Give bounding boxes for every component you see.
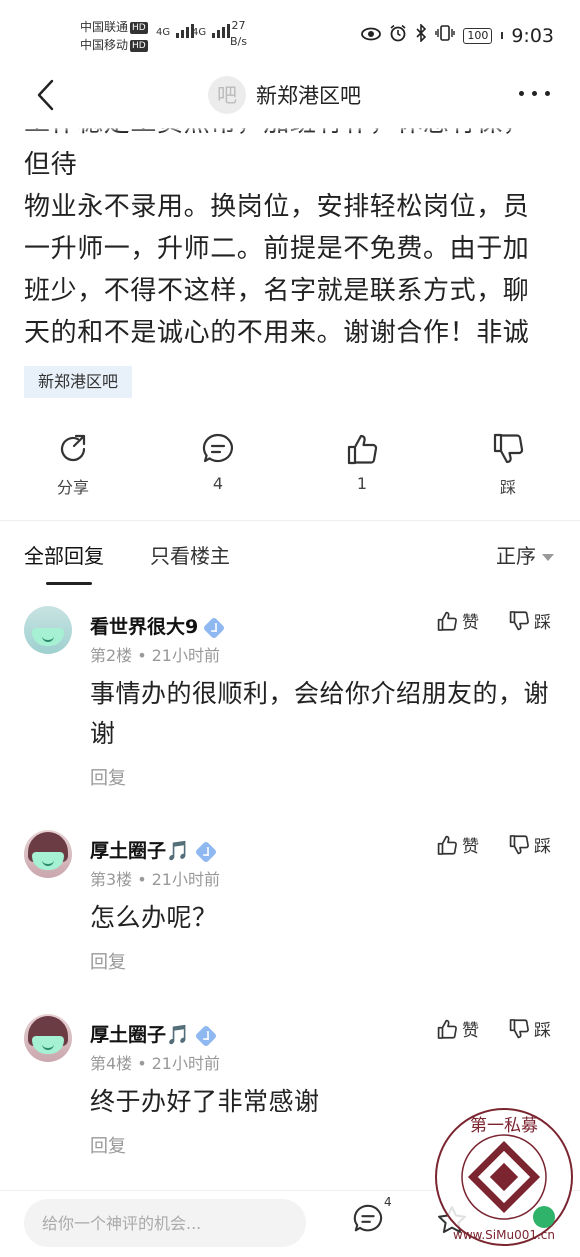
- reply-dislike-button[interactable]: 踩: [508, 1016, 551, 1041]
- verified-badge-icon: [202, 616, 226, 639]
- reply-content: 怎么办呢？: [90, 903, 218, 932]
- caret-down-icon: [542, 554, 554, 561]
- watermark-url: www.SiMu001.cn: [453, 1228, 555, 1242]
- forum-tag[interactable]: 新郑港区吧: [24, 366, 133, 398]
- status-icons: 100 9:03: [361, 23, 554, 47]
- thumbs-up-icon: [437, 611, 457, 631]
- post-text: 工作稳定工资照常，加班有补，休息有保，但待 物业永不录用。换岗位，安排轻松岗位，…: [24, 128, 554, 348]
- bluetooth-icon: [415, 23, 427, 47]
- eye-icon: [361, 26, 382, 46]
- thumbs-down-icon: [509, 834, 529, 854]
- sort-dropdown[interactable]: 正序: [496, 540, 554, 569]
- reply-tabs: 全部回复 只看楼主 正序: [0, 540, 580, 588]
- status-bar: 中国联通 HD 中国移动 HD 4G 4G 27 B/s 100 9:03: [0, 0, 580, 66]
- reply-meta: 第2楼 • 21小时前: [90, 646, 220, 665]
- more-options-button[interactable]: [519, 91, 550, 96]
- reply-like-button[interactable]: 赞: [436, 608, 479, 633]
- thumbs-up-icon: [437, 1019, 457, 1039]
- watermark-title: 第一私募: [470, 1116, 538, 1136]
- carrier-2: 中国移动: [80, 38, 129, 52]
- tab-all-replies[interactable]: 全部回复: [24, 540, 104, 569]
- section-divider: [0, 520, 580, 521]
- battery-tip: [501, 32, 504, 39]
- hd-badge: HD: [130, 39, 148, 52]
- comments-button[interactable]: [352, 1203, 384, 1239]
- hd-badge: HD: [130, 21, 148, 34]
- reply-dislike-button[interactable]: 踩: [508, 608, 551, 633]
- reply-like-button[interactable]: 赞: [436, 832, 479, 857]
- chevron-left-icon: [37, 79, 54, 111]
- reply-username[interactable]: 看世界很大9: [90, 612, 226, 639]
- comment-count: 4: [212, 474, 224, 493]
- carrier-1: 中国联通: [80, 20, 129, 34]
- reply-content: 事情办的很顺利，会给你介绍朋友的，谢谢: [90, 679, 550, 748]
- avatar[interactable]: [24, 1014, 72, 1062]
- reply-button[interactable]: 回复: [90, 764, 126, 790]
- sort-label: 正序: [496, 544, 536, 568]
- header-fade: [0, 126, 580, 132]
- dislike-button[interactable]: 踩: [468, 432, 548, 498]
- share-label: 分享: [56, 478, 89, 497]
- thumbs-up-icon: [437, 835, 457, 855]
- clock: 9:03: [511, 24, 554, 47]
- share-icon: [60, 434, 86, 462]
- post-content-area: 工作稳定工资照常，加班有补，休息有保，但待 物业永不录用。换岗位，安排轻松岗位，…: [0, 128, 580, 348]
- comment-input[interactable]: [24, 1199, 306, 1247]
- reply-dislike-button[interactable]: 踩: [508, 832, 551, 857]
- thumbs-down-icon: [493, 433, 524, 464]
- like-button[interactable]: 1: [322, 432, 402, 493]
- comment-icon: [202, 433, 233, 463]
- share-button[interactable]: 分享: [33, 432, 113, 498]
- thumbs-up-icon: [347, 434, 378, 465]
- vibrate-icon: [435, 25, 456, 46]
- signal-2-icon: 4G: [192, 24, 231, 38]
- tab-active-indicator: [46, 582, 92, 585]
- dislike-label: 踩: [499, 478, 516, 497]
- reply-meta: 第4楼 • 21小时前: [90, 1054, 220, 1073]
- like-count: 1: [356, 474, 368, 493]
- comment-icon: [353, 1204, 383, 1232]
- avatar[interactable]: [24, 830, 72, 878]
- reply-button[interactable]: 回复: [90, 948, 126, 974]
- tab-op-only[interactable]: 只看楼主: [150, 540, 230, 569]
- thumbs-down-icon: [509, 610, 529, 630]
- verified-badge-icon: [194, 840, 217, 863]
- forum-avatar[interactable]: 吧: [208, 76, 246, 114]
- network-speed: 27 B/s: [230, 19, 247, 48]
- top-nav-bar: 吧 新郑港区吧: [0, 66, 580, 126]
- comment-button[interactable]: 4: [178, 432, 258, 493]
- battery-icon: 100: [463, 27, 493, 44]
- signal-1-icon: 4G: [156, 24, 195, 38]
- thumbs-down-icon: [509, 1018, 529, 1038]
- comments-count: 4: [384, 1195, 392, 1209]
- post-actions: 分享 4 1 踩: [0, 432, 580, 502]
- reply-username[interactable]: 厚土圈子🎵: [90, 1020, 217, 1047]
- post-cutoff-line: 工作稳定工资照常，加班有补，休息有保，但待: [24, 128, 529, 180]
- verified-badge-icon: [194, 1024, 217, 1047]
- forum-title[interactable]: 新郑港区吧: [256, 80, 361, 110]
- avatar[interactable]: [24, 606, 72, 654]
- reply-username[interactable]: 厚土圈子🎵: [90, 836, 217, 863]
- back-button[interactable]: [34, 78, 58, 112]
- reply-like-button[interactable]: 赞: [436, 1016, 479, 1041]
- carrier-info: 中国联通 HD 中国移动 HD: [80, 18, 148, 54]
- reply-button[interactable]: 回复: [90, 1132, 126, 1158]
- alarm-icon: [389, 24, 407, 47]
- reply-meta: 第3楼 • 21小时前: [90, 870, 220, 889]
- watermark-logo: 第一私募 www.SiMu001.cn: [432, 1105, 576, 1249]
